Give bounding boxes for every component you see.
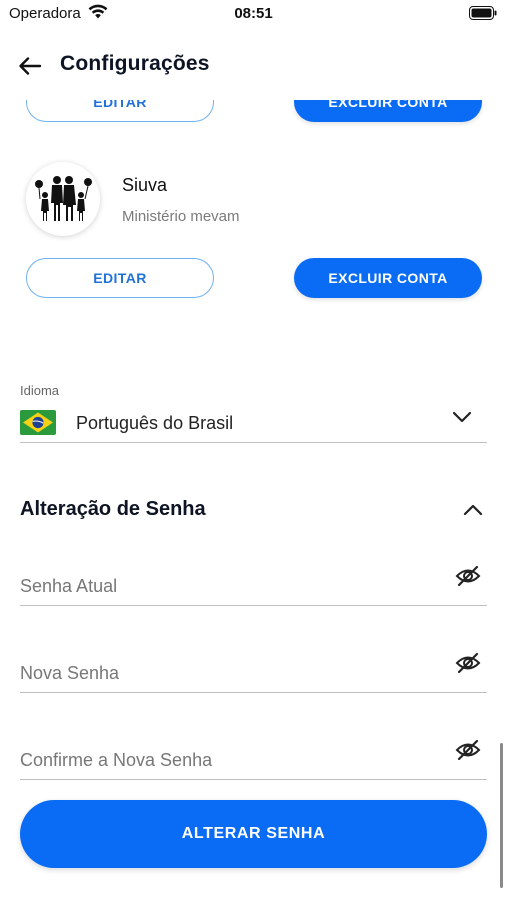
confirm-password-field[interactable]: Confirme a Nova Senha [20, 734, 487, 780]
language-value: Português do Brasil [76, 413, 234, 433]
chevron-up-icon[interactable] [462, 502, 484, 518]
new-password-placeholder: Nova Senha [20, 663, 120, 683]
chevron-down-icon [452, 411, 472, 423]
new-password-field[interactable]: Nova Senha [20, 647, 487, 693]
settings-scroll-area[interactable]: EDITAR EXCLUIR CONTA Siuva Ministério me… [0, 100, 507, 900]
edit-account-button[interactable]: EDITAR [26, 100, 214, 122]
brazil-flag-icon [20, 410, 56, 435]
password-section-title: Alteração de Senha [20, 498, 206, 520]
edit-account-button[interactable]: EDITAR [26, 258, 214, 298]
current-password-placeholder: Senha Atual [20, 576, 118, 596]
header: Configurações [0, 44, 507, 88]
confirm-password-placeholder: Confirme a Nova Senha [20, 750, 213, 770]
change-password-button[interactable]: ALTERAR SENHA [20, 800, 487, 868]
account-name: Siuva [122, 175, 168, 195]
delete-account-button[interactable]: EXCLUIR CONTA [294, 100, 482, 122]
scrollbar[interactable] [500, 743, 503, 888]
eye-off-icon[interactable] [455, 651, 481, 675]
eye-off-icon[interactable] [455, 564, 481, 588]
page-title: Configurações [60, 52, 210, 75]
status-bar: Operadora 08:51 [0, 0, 507, 30]
language-label: Idioma [20, 383, 60, 398]
clock: 08:51 [234, 5, 273, 22]
account-organization: Ministério mevam [122, 208, 240, 225]
back-arrow-icon[interactable] [14, 50, 46, 82]
family-icon [35, 176, 92, 221]
eye-off-icon[interactable] [455, 738, 481, 762]
current-password-field[interactable]: Senha Atual [20, 560, 487, 606]
battery-icon [469, 6, 497, 20]
language-select[interactable]: Português do Brasil [20, 403, 487, 443]
avatar [26, 162, 100, 236]
delete-account-button[interactable]: EXCLUIR CONTA [294, 258, 482, 298]
